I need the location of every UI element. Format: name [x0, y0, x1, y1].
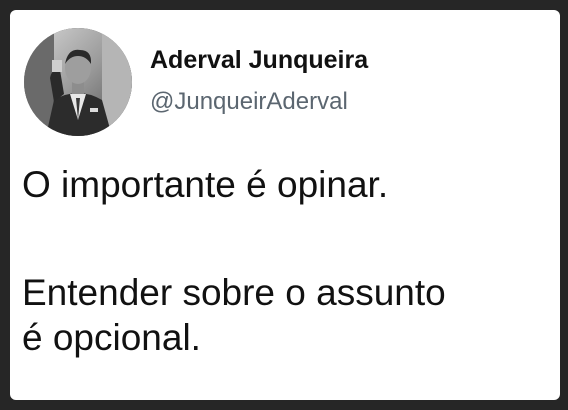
tweet-line-3: é opcional. [22, 317, 201, 358]
author-name[interactable]: Aderval Junqueira [150, 46, 368, 75]
author-handle[interactable]: @JunqueirAderval [150, 88, 348, 116]
tweet-text: O importante é opinar. Entender sobre o … [22, 162, 552, 360]
tweet-line-1: O importante é opinar. [22, 164, 389, 205]
tweet-line-2: Entender sobre o assunto [22, 272, 446, 313]
author-avatar[interactable] [24, 28, 132, 136]
tweet-card: Aderval Junqueira @JunqueirAderval O imp… [10, 10, 560, 400]
screenshot-frame: Aderval Junqueira @JunqueirAderval O imp… [0, 0, 568, 410]
profile-photo-icon [24, 28, 132, 136]
